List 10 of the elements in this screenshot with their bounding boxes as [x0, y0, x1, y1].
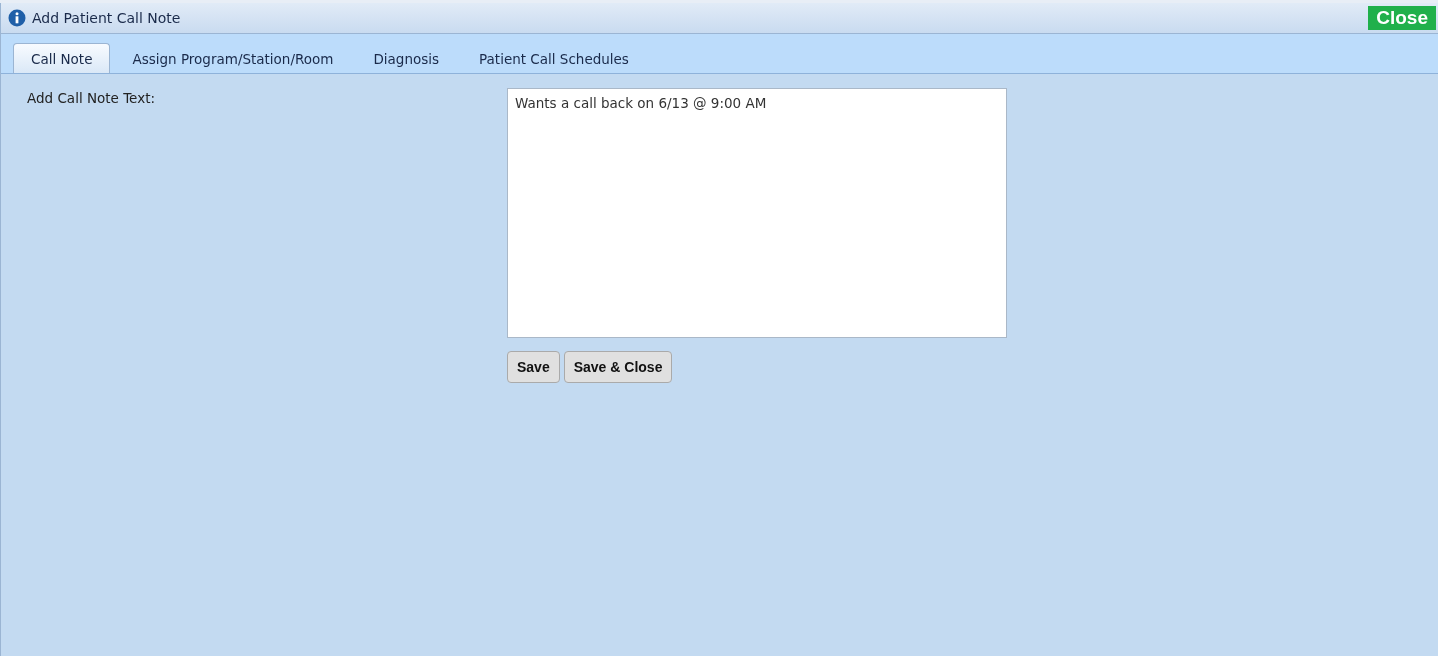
tab[interactable]: Patient Call Schedules: [461, 43, 647, 73]
tab[interactable]: Assign Program/Station/Room: [114, 43, 352, 73]
tab[interactable]: Call Note: [13, 43, 111, 73]
info-icon: [8, 9, 26, 27]
tab[interactable]: Diagnosis: [355, 43, 458, 73]
save-and-close-button[interactable]: Save & Close: [563, 351, 673, 383]
window-title: Add Patient Call Note: [32, 10, 182, 26]
save-button[interactable]: Save: [507, 351, 560, 383]
field-label: Add Call Note Text:: [27, 90, 156, 106]
note-text-field[interactable]: Wants a call back on 6/13 @ 9:00 AM: [507, 88, 1007, 338]
